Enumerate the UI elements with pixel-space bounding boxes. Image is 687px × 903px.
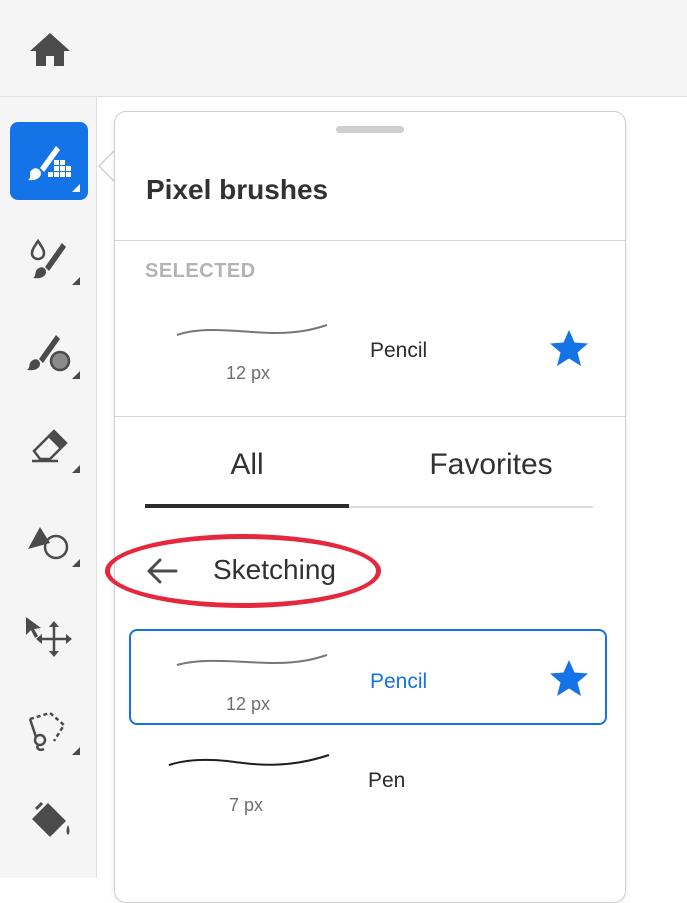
top-bar — [0, 0, 687, 97]
pixel-brush-icon — [28, 146, 80, 192]
pixel-brush-tool[interactable] — [10, 122, 88, 200]
pencil-stroke-preview — [176, 654, 328, 666]
home-icon[interactable] — [28, 30, 72, 70]
pen-stroke-preview — [168, 754, 330, 766]
divider — [115, 416, 625, 417]
brush-size: 12 px — [225, 694, 271, 714]
eraser-icon — [32, 429, 80, 473]
paint-bucket-icon — [32, 801, 70, 837]
selected-brush[interactable]: 12 px Pencil — [115, 307, 625, 387]
category-back-row[interactable]: Sketching — [105, 532, 625, 612]
pixel-brushes-panel: Pixel brushes SELECTED 12 px Pencil All … — [105, 111, 626, 903]
move-tool[interactable] — [10, 591, 88, 669]
divider — [115, 240, 625, 241]
eraser-tool[interactable] — [10, 403, 88, 481]
selected-section-label: SELECTED — [145, 260, 256, 282]
popover-arrow-fill — [100, 151, 115, 181]
brush-name: Pencil — [370, 670, 428, 693]
panel-title: Pixel brushes — [146, 174, 329, 205]
favorite-star-icon[interactable] — [549, 329, 589, 367]
brush-name: Pencil — [370, 339, 428, 362]
brush-size: 12 px — [225, 363, 271, 383]
mixer-brush-tool[interactable] — [10, 215, 88, 293]
shape-tool[interactable] — [10, 497, 88, 575]
brush-list-item-pen[interactable]: 7 px Pen — [129, 735, 607, 831]
tool-bar — [0, 97, 97, 878]
tab-all[interactable]: All — [145, 448, 349, 482]
brush-list-item-pencil[interactable]: 12 px Pencil — [129, 629, 607, 725]
lasso-tool[interactable] — [10, 685, 88, 763]
healing-brush-icon — [27, 335, 80, 379]
move-icon — [26, 617, 72, 657]
healing-brush-tool[interactable] — [10, 309, 88, 387]
paint-bucket-tool[interactable] — [10, 779, 88, 857]
mixer-brush-icon — [30, 238, 80, 285]
category-label: Sketching — [213, 554, 336, 585]
tab-favorites[interactable]: Favorites — [389, 448, 593, 482]
favorite-star-icon[interactable] — [549, 659, 589, 697]
panel-grabber[interactable] — [336, 126, 404, 133]
shape-icon — [28, 527, 80, 567]
brush-name: Pen — [368, 769, 406, 792]
tab-active-indicator — [145, 504, 349, 508]
pencil-stroke-preview — [176, 324, 328, 336]
lasso-icon — [28, 711, 80, 755]
brush-size: 7 px — [228, 795, 264, 815]
back-arrow-icon[interactable] — [145, 556, 179, 586]
